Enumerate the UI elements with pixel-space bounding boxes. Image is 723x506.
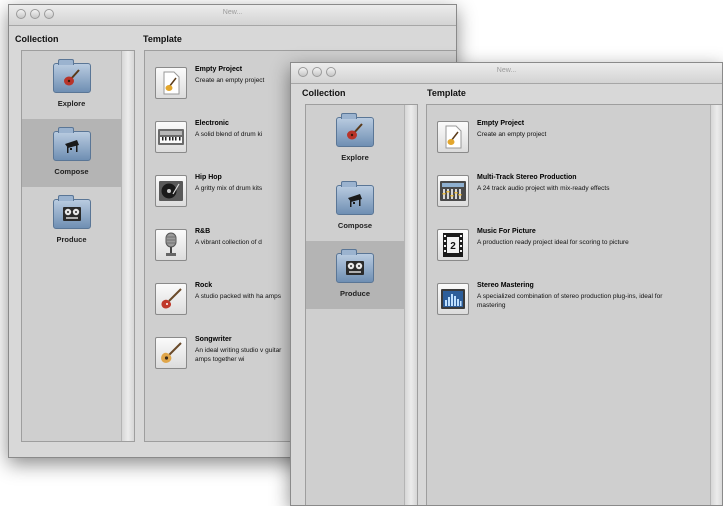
film-frame-number: 2: [450, 241, 456, 252]
tape-deck-icon: [52, 195, 91, 229]
template-name: Music For Picture: [477, 228, 536, 235]
template-name: Multi-Track Stereo Production: [477, 174, 577, 181]
window-title: New...: [496, 67, 517, 74]
collection-header: Collection: [15, 34, 59, 44]
template-name: Empty Project: [477, 120, 525, 127]
collection-scrollbar[interactable]: [121, 51, 134, 441]
template-name: Electronic: [195, 120, 229, 127]
collection-item-compose[interactable]: Compose: [306, 173, 404, 241]
microphone-icon: [155, 229, 187, 261]
template-header: Template: [427, 88, 466, 98]
collection-item-compose[interactable]: Compose: [22, 119, 121, 187]
template-scrollbar[interactable]: [710, 105, 722, 505]
template-description: A production ready project ideal for sco…: [477, 239, 629, 246]
front-window: New... Collection Template Explore Compo…: [290, 62, 723, 506]
template-name: Songwriter: [195, 336, 232, 343]
collection-header: Collection: [302, 88, 346, 98]
template-description: A 24 track audio project with mix-ready …: [477, 185, 610, 192]
document-guitar-icon: [437, 121, 469, 153]
guitar-icon: [52, 59, 91, 93]
collection-item-produce[interactable]: Produce: [306, 241, 404, 309]
collection-label: Explore: [57, 99, 86, 108]
template-name: Rock: [195, 282, 213, 289]
guitar-icon: [336, 113, 374, 147]
piano-icon: [336, 181, 374, 215]
synthesizer-icon: [155, 121, 187, 153]
template-list[interactable]: Empty Project Create an empty project Mu…: [426, 104, 722, 505]
collection-list[interactable]: Explore Compose Produce: [21, 50, 135, 442]
collection-label: Explore: [341, 153, 369, 162]
collection-label: Compose: [337, 221, 373, 230]
electric-guitar-icon: [155, 283, 187, 315]
back-window-titlebar[interactable]: New...: [9, 5, 456, 26]
template-description: A specialized combination of stereo prod…: [477, 293, 663, 309]
template-name: Hip Hop: [195, 174, 222, 181]
template-name: R&B: [195, 228, 211, 235]
collection-scrollbar[interactable]: [404, 105, 417, 505]
template-name: Empty Project: [195, 66, 243, 73]
window-title: New...: [222, 9, 243, 16]
template-header: Template: [143, 34, 182, 44]
collection-label: Produce: [56, 235, 87, 244]
film-strip-icon: 2: [437, 229, 469, 261]
mixing-console-icon: [437, 175, 469, 207]
template-row[interactable]: Empty Project Create an empty project: [437, 117, 707, 171]
template-row[interactable]: 2 Music For Picture A production ready p…: [437, 225, 707, 279]
template-name: Stereo Mastering: [477, 282, 534, 289]
template-description: An ideal writing studio v guitar amps to…: [195, 347, 282, 363]
collection-item-explore[interactable]: Explore: [22, 51, 121, 119]
tape-deck-icon: [336, 249, 374, 283]
collection-item-explore[interactable]: Explore: [306, 105, 404, 173]
collection-label: Compose: [54, 167, 89, 176]
meter-display-icon: [437, 283, 469, 315]
collection-label: Produce: [339, 289, 370, 298]
document-guitar-icon: [155, 67, 187, 99]
acoustic-guitar-icon: [155, 337, 187, 369]
piano-icon: [52, 127, 91, 161]
collection-item-produce[interactable]: Produce: [22, 187, 121, 255]
template-row[interactable]: Multi-Track Stereo Production A 24 track…: [437, 171, 707, 225]
template-description: Create an empty project: [477, 131, 547, 138]
collection-list[interactable]: Explore Compose Produce: [305, 104, 418, 505]
template-row[interactable]: Stereo Mastering A specialized combinati…: [437, 279, 707, 333]
front-window-titlebar[interactable]: New...: [291, 63, 722, 84]
template-description: A studio packed with ha amps: [195, 293, 281, 300]
turntable-icon: [155, 175, 187, 207]
